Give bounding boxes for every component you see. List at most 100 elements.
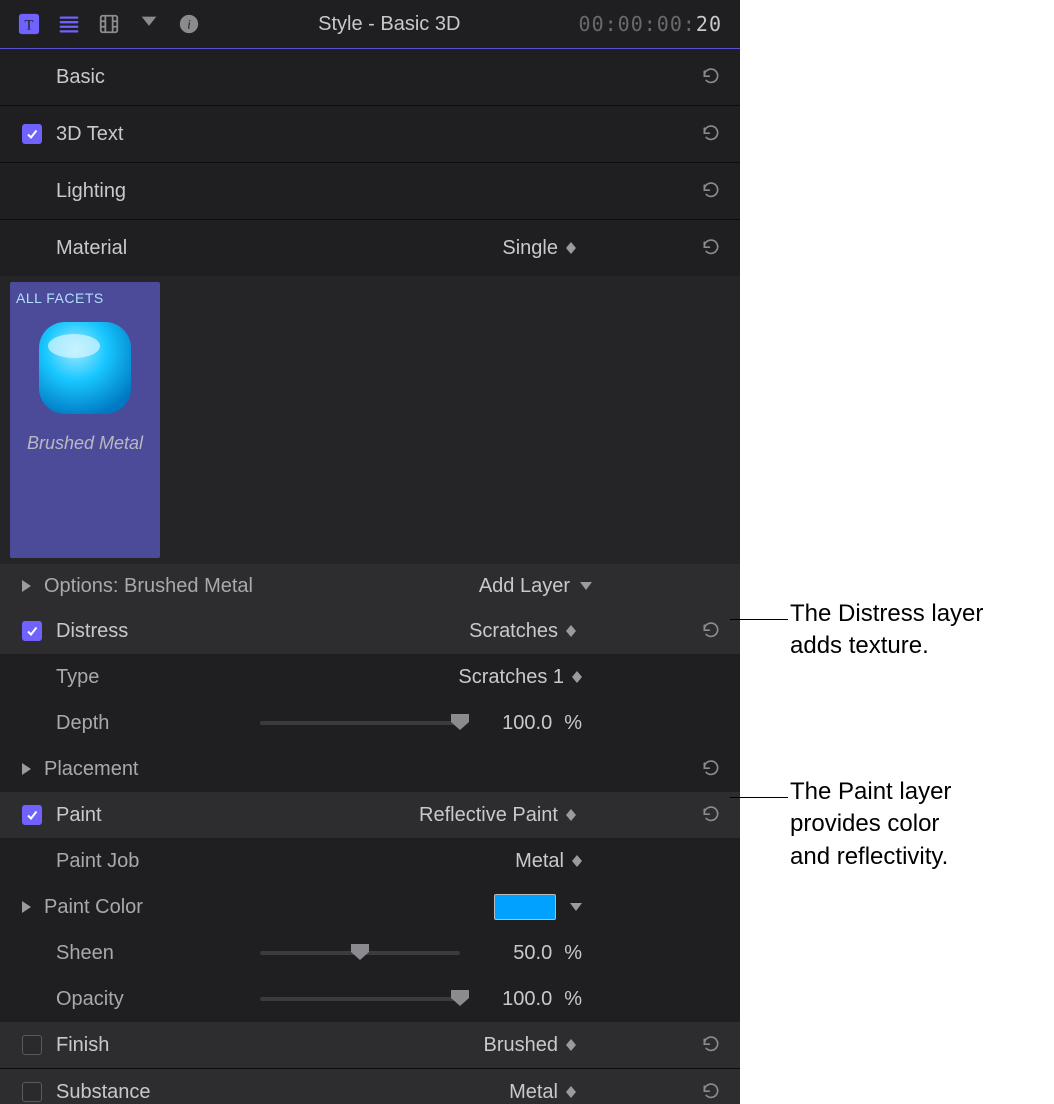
label-lighting: Lighting [56,180,126,203]
reset-icon[interactable] [700,237,722,259]
label-distress: Distress [56,620,128,643]
reset-icon[interactable] [700,180,722,202]
reset-icon[interactable] [700,1081,722,1103]
row-distress-type: Type Scratches 1 [0,654,740,700]
reset-icon[interactable] [700,1034,722,1056]
reset-icon[interactable] [700,123,722,145]
label-paint-job: Paint Job [56,850,139,873]
facet-caption: ALL FACETS [16,290,154,306]
row-paint-color: Paint Color [0,884,740,930]
label-finish: Finish [56,1034,109,1057]
label-depth: Depth [56,712,109,735]
checkbox-substance[interactable] [22,1082,42,1102]
sheen-value[interactable]: 50.0 [482,942,558,965]
facet-name: Brushed Metal [27,432,143,455]
add-layer-label: Add Layer [479,575,570,598]
distress-value: Scratches [469,620,558,643]
annotation-paint: The Paint layer provides color and refle… [790,776,951,873]
stepper-icon [572,671,582,683]
annotation-layer: The Distress layer adds texture. The Pai… [740,0,1054,1104]
stepper-icon [566,625,576,637]
reset-icon[interactable] [700,804,722,826]
opacity-slider[interactable] [260,997,460,1001]
text-icon[interactable]: T [18,13,40,35]
row-basic[interactable]: Basic [0,49,740,105]
row-finish[interactable]: Finish Brushed [0,1022,740,1068]
reset-icon[interactable] [700,758,722,780]
depth-unit: % [558,712,582,735]
row-distress-depth: Depth 100.0 % [0,700,740,746]
row-options[interactable]: Options: Brushed Metal Add Layer [0,564,740,608]
timecode[interactable]: 00:00:00:20 [579,12,722,36]
label-type: Type [56,666,99,689]
label-opacity: Opacity [56,988,124,1011]
row-distress[interactable]: Distress Scratches [0,608,740,654]
distress-popup[interactable]: Scratches [469,620,576,643]
lines-icon[interactable] [58,13,80,35]
slider-thumb[interactable] [351,944,369,960]
slider-thumb[interactable] [451,714,469,730]
inspector-toolbar: T i Style - Basic 3D 00:00:00:20 [0,0,740,49]
row-paint-job: Paint Job Metal [0,838,740,884]
material-facets-area: ALL FACETS Brushed [0,276,740,564]
paint-value: Reflective Paint [419,804,558,827]
checkbox-3d-text[interactable] [22,124,42,144]
disclosure-icon[interactable] [22,763,34,775]
material-value: Single [502,237,558,260]
substance-popup[interactable]: Metal [509,1081,576,1104]
svg-text:i: i [187,18,191,32]
depth-value[interactable]: 100.0 [482,712,558,735]
checkbox-distress[interactable] [22,621,42,641]
label-paint-color: Paint Color [44,896,143,919]
substance-value: Metal [509,1081,558,1104]
row-3d-text[interactable]: 3D Text [0,106,740,162]
label-basic: Basic [56,66,105,89]
film-icon[interactable] [98,13,120,35]
label-3d-text: 3D Text [56,123,123,146]
row-sheen: Sheen 50.0 % [0,930,740,976]
opacity-value[interactable]: 100.0 [482,988,558,1011]
reset-icon[interactable] [700,620,722,642]
reset-icon[interactable] [700,66,722,88]
timecode-main: 00:00:00: [579,12,696,36]
row-material[interactable]: Material Single [0,220,740,276]
checkbox-finish[interactable] [22,1035,42,1055]
info-icon[interactable]: i [178,13,200,35]
row-substance[interactable]: Substance Metal [0,1069,740,1104]
sheen-slider[interactable] [260,951,460,955]
timecode-frames: 20 [696,12,722,36]
stepper-icon [566,1039,576,1051]
add-layer-popup[interactable]: Add Layer [479,575,592,598]
filter-icon[interactable] [138,13,160,35]
disclosure-icon[interactable] [22,580,34,592]
row-lighting[interactable]: Lighting [0,163,740,219]
disclosure-icon[interactable] [22,901,34,913]
row-paint[interactable]: Paint Reflective Paint [0,792,740,838]
paint-popup[interactable]: Reflective Paint [419,804,576,827]
paint-job-popup[interactable]: Metal [515,850,582,873]
stepper-icon [566,242,576,254]
material-popup[interactable]: Single [502,237,576,260]
svg-text:T: T [25,18,34,34]
distress-type-popup[interactable]: Scratches 1 [458,666,582,689]
checkbox-paint[interactable] [22,805,42,825]
label-paint: Paint [56,804,102,827]
label-substance: Substance [56,1081,151,1104]
label-sheen: Sheen [56,942,114,965]
finish-value: Brushed [484,1034,559,1057]
label-placement: Placement [44,758,139,781]
row-placement[interactable]: Placement [0,746,740,792]
distress-type-value: Scratches 1 [458,666,564,689]
row-opacity: Opacity 100.0 % [0,976,740,1022]
facet-swatch[interactable]: ALL FACETS Brushed [10,282,160,558]
paint-color-well[interactable] [494,894,556,920]
label-material: Material [56,237,127,260]
finish-popup[interactable]: Brushed [484,1034,577,1057]
options-label: Options: Brushed Metal [44,575,253,598]
slider-thumb[interactable] [451,990,469,1006]
inspector-title: Style - Basic 3D [200,13,579,36]
chevron-down-icon [580,582,592,590]
stepper-icon [566,809,576,821]
depth-slider[interactable] [260,721,460,725]
chevron-down-icon[interactable] [570,903,582,911]
